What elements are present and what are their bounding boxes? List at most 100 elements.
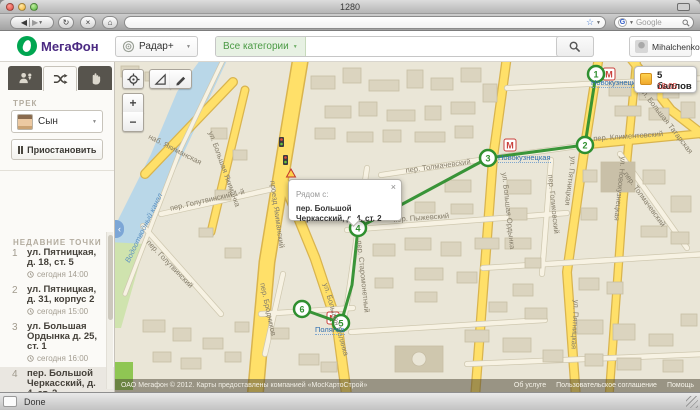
member-caret-icon: ▼ bbox=[92, 119, 97, 125]
megafon-logo-icon bbox=[17, 36, 37, 56]
category-select[interactable]: Все категории ▼ bbox=[216, 37, 306, 56]
sidebar-divider bbox=[0, 170, 114, 171]
svg-text:3: 3 bbox=[485, 154, 490, 164]
app-header: МегаФон Радар+ ▼ Все категории ▼ Mihalch… bbox=[0, 31, 700, 62]
service-select-label: Радар+ bbox=[139, 41, 174, 52]
balance-badge[interactable]: 5 баллов 18:05 bbox=[634, 66, 697, 93]
svg-text:4: 4 bbox=[355, 224, 360, 234]
service-select[interactable]: Радар+ ▼ bbox=[115, 36, 198, 57]
status-text: Done bbox=[24, 397, 46, 407]
user-agreement-link[interactable]: Пользовательское соглашение bbox=[556, 382, 657, 389]
window-titlebar: 1280 bbox=[0, 0, 700, 14]
zoom-out-button[interactable]: − bbox=[122, 112, 144, 132]
route-marker[interactable]: 3 bbox=[480, 150, 496, 166]
pause-icon bbox=[18, 146, 24, 154]
list-item[interactable]: 1 ул. Пятницкая, д. 18, ст. 5 сегодня 14… bbox=[0, 246, 114, 283]
track-shuffle-icon bbox=[53, 72, 68, 86]
popup-near-label: Рядом с: bbox=[296, 190, 328, 199]
megafon-logo: МегаФон bbox=[17, 36, 99, 56]
browser-window: 1280 ◀ ▶ ▼ ↻ × ⌂ ☆ ▼ G ▼ Google МегаФон bbox=[0, 0, 700, 410]
resize-grip[interactable] bbox=[686, 396, 698, 408]
map-tiles: М М М 1 2 3 4 5 6 bbox=[115, 62, 700, 392]
map-attribution-bar: ОАО Мегафон © 2012. Карты предоставлены … bbox=[115, 379, 700, 392]
person-pin-icon bbox=[18, 71, 33, 85]
home-icon: ⌂ bbox=[108, 19, 113, 27]
crosshair-icon bbox=[127, 73, 140, 86]
tab-contacts[interactable] bbox=[8, 66, 42, 90]
status-bar: Done bbox=[0, 392, 700, 410]
user-menu[interactable]: MihalchenkoKG ▼ bbox=[629, 36, 692, 57]
list-item[interactable]: 2 ул. Пятницкая, д. 31, корпус 2 сегодня… bbox=[0, 283, 114, 320]
search-magnifier-icon[interactable] bbox=[682, 19, 690, 27]
user-menu-label: MihalchenkoKG bbox=[652, 42, 700, 52]
map-popup: Рядом с: × пер. Большой Черкасский, д. 4… bbox=[288, 179, 402, 221]
back-button[interactable]: ◀ bbox=[21, 19, 27, 27]
metro-m-icon: М bbox=[506, 141, 514, 151]
service-caret-icon: ▼ bbox=[186, 44, 191, 50]
map-search-input[interactable] bbox=[306, 37, 593, 56]
measure-button[interactable] bbox=[149, 69, 171, 89]
web-search-field[interactable]: G ▼ Google bbox=[614, 16, 694, 29]
member-select-label: Сын bbox=[38, 116, 58, 127]
pencil-icon bbox=[174, 73, 187, 86]
user-avatar bbox=[635, 40, 648, 53]
member-select[interactable]: Сын ▼ bbox=[11, 110, 103, 133]
about-service-link[interactable]: Об услуге bbox=[514, 382, 546, 389]
member-avatar bbox=[17, 114, 33, 130]
main-area: ТРЕК Сын ▼ Приостановить НЕДАВНИЕ ТОЧКИ … bbox=[0, 62, 700, 392]
metro-m-icon: М bbox=[605, 70, 613, 80]
hand-icon bbox=[89, 71, 102, 85]
route-marker[interactable]: 2 bbox=[577, 137, 593, 153]
stop-button[interactable]: × bbox=[80, 16, 96, 29]
category-select-label: Все категории bbox=[223, 41, 289, 52]
window-title: 1280 bbox=[0, 2, 700, 12]
svg-text:5: 5 bbox=[338, 319, 343, 329]
sidebar-tabs bbox=[8, 66, 113, 91]
list-item[interactable]: 3 ул. Большая Ордынка д. 25, ст. 1 сегод… bbox=[0, 320, 114, 367]
radar-icon bbox=[122, 40, 135, 53]
map-search-button[interactable] bbox=[556, 36, 594, 57]
home-button[interactable]: ⌂ bbox=[102, 16, 118, 29]
route-marker[interactable]: 1 bbox=[588, 66, 604, 82]
clock-icon bbox=[27, 308, 34, 315]
reload-button[interactable]: ↻ bbox=[58, 16, 74, 29]
recent-points-list: 1 ул. Пятницкая, д. 18, ст. 5 сегодня 14… bbox=[0, 246, 114, 410]
tab-overview-icon[interactable] bbox=[677, 3, 690, 11]
reload-icon: ↻ bbox=[63, 19, 70, 27]
url-field[interactable]: ☆ ▼ bbox=[124, 16, 606, 29]
google-engine-icon[interactable]: G bbox=[618, 18, 627, 27]
bookmark-star-icon[interactable]: ☆ bbox=[586, 17, 594, 28]
url-dropdown-caret-icon[interactable]: ▼ bbox=[596, 20, 601, 26]
help-link[interactable]: Помощь bbox=[667, 382, 694, 389]
ruler-icon bbox=[154, 73, 167, 86]
tab-track[interactable] bbox=[43, 66, 77, 91]
category-caret-icon: ▼ bbox=[293, 44, 298, 50]
sidebar: ТРЕК Сын ▼ Приостановить НЕДАВНИЕ ТОЧКИ … bbox=[0, 62, 115, 392]
sidebar-scrollbar-thumb[interactable] bbox=[108, 235, 113, 320]
locate-button[interactable] bbox=[122, 69, 144, 89]
svg-text:1: 1 bbox=[593, 70, 598, 80]
popup-close-icon[interactable]: × bbox=[391, 182, 396, 192]
tab-hand[interactable] bbox=[78, 66, 112, 90]
track-section-label: ТРЕК bbox=[13, 99, 37, 108]
search-magnifier-icon bbox=[569, 41, 581, 53]
nav-buttons: ◀ ▶ ▼ bbox=[10, 16, 54, 29]
megafon-logo-text: МегаФон bbox=[41, 39, 99, 54]
clock-icon bbox=[27, 355, 34, 362]
draw-button[interactable] bbox=[170, 69, 192, 89]
engine-caret-icon[interactable]: ▼ bbox=[629, 20, 634, 26]
status-mini-box bbox=[3, 396, 17, 407]
balance-time: 18:05 bbox=[657, 82, 677, 91]
browser-toolbar: ◀ ▶ ▼ ↻ × ⌂ ☆ ▼ G ▼ Google bbox=[0, 14, 700, 31]
zoom-in-button[interactable]: + bbox=[122, 93, 144, 113]
map-canvas[interactable]: М М М 1 2 3 4 5 6 Водоотводный к bbox=[115, 62, 700, 392]
pause-button-label: Приостановить bbox=[27, 145, 96, 155]
balance-coin-icon bbox=[640, 73, 652, 85]
history-caret-icon[interactable]: ▼ bbox=[38, 20, 43, 26]
route-marker[interactable]: 5 bbox=[333, 315, 349, 331]
pause-button[interactable]: Приостановить bbox=[11, 139, 103, 160]
stop-icon: × bbox=[86, 19, 91, 27]
map-search: Все категории ▼ bbox=[215, 36, 594, 57]
route-marker[interactable]: 6 bbox=[294, 301, 310, 317]
popup-address: пер. Большой Черкасский, д. 4, ст. 2 bbox=[296, 204, 394, 223]
